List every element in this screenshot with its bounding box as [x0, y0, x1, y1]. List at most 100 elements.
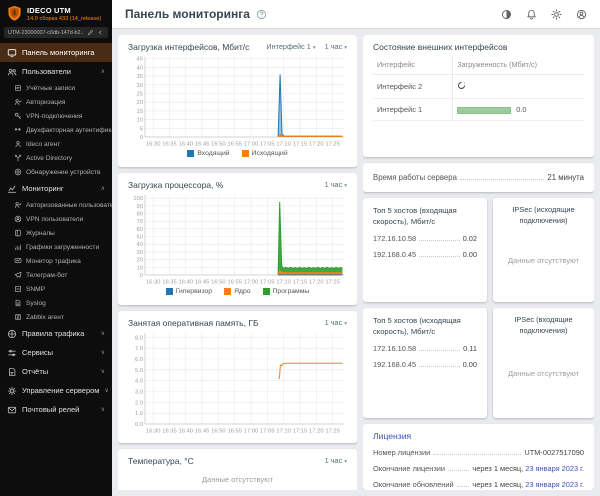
sidebar-subitem-journals[interactable]: Журналы [0, 226, 112, 240]
help-icon[interactable] [256, 9, 267, 20]
legend-item: Ядро [224, 288, 250, 295]
notifications-bell-icon[interactable] [526, 9, 537, 20]
chevron-down-icon: ▾ [344, 459, 347, 465]
brand-shield-icon [7, 5, 22, 22]
sidebar-subitem-authorization[interactable]: Авторизация [0, 95, 112, 109]
sidebar-subitem-telegram-bot[interactable]: Телеграм-бот [0, 268, 112, 282]
brand-title: IDECO UTM [27, 6, 101, 15]
license-card: Лицензия Номер лицензииUTM-0027517090Око… [363, 424, 594, 490]
table-header-row: ИнтерфейсЗагруженность (Мбит/с) [373, 55, 584, 75]
sidebar-subitem-traffic-monitor[interactable]: Монитор трафика [0, 254, 112, 268]
legend-label: Программы [273, 288, 310, 295]
svg-text:5.0: 5.0 [135, 368, 143, 374]
period-select[interactable]: 1 час▾ [325, 318, 347, 327]
svg-text:16:35: 16:35 [162, 280, 177, 286]
services-icon [7, 348, 17, 358]
sidebar-item-label: Управление сервером [22, 386, 99, 395]
svg-text:60: 60 [137, 227, 143, 233]
chart-controls: Интерфейс 1▾ 1 час▾ [266, 42, 347, 51]
collapse-sidebar-icon[interactable] [97, 29, 104, 36]
chart-card-interfaces-load: Загрузка интерфейсов, Мбит/сИнтерфейс 1▾… [118, 35, 357, 167]
sidebar-subitem-syslog[interactable]: Syslog [0, 296, 112, 310]
sidebar-item-label: Мониторинг [22, 184, 64, 193]
sidebar-subitem-ideco-agent[interactable]: Ideco агент [0, 137, 112, 151]
no-data-text: Данные отсутствуют [503, 226, 584, 295]
period-select[interactable]: 1 час▾ [325, 42, 347, 51]
host-ip: 192.168.0.45 [373, 360, 416, 369]
chart-header: Занятая оперативная память, ГБ1 час▾ [128, 318, 347, 328]
sidebar-item-server-management[interactable]: Управление сервером ∨ [0, 381, 112, 400]
dotted-leader [419, 350, 460, 351]
stats-row-1: Топ 5 хостов (входящая скорость), Мбит/с… [363, 198, 594, 302]
host-row: 192.168.0.450.00 [373, 250, 477, 259]
svg-text:16:30: 16:30 [146, 142, 161, 148]
sidebar-item-mail-relay[interactable]: Почтовый релей∨ [0, 400, 112, 419]
sidebar-item-traffic-rules[interactable]: Правила трафика∨ [0, 324, 112, 343]
svg-text:17:15: 17:15 [293, 429, 308, 435]
dotted-leader [433, 454, 521, 455]
sidebar-subitem-zabbix-agent[interactable]: Zabbix агент [0, 310, 112, 324]
legend-label: Ядро [234, 288, 250, 295]
svg-text:10: 10 [137, 118, 143, 124]
brand-text: IDECO UTM 14.0 сборка 433 (14_release) [27, 6, 101, 22]
license-row: Номер лицензииUTM-0027517090 [373, 448, 584, 457]
sidebar-item-dashboard[interactable]: Панель мониторинга [0, 43, 112, 62]
chart-controls: 1 час▾ [325, 180, 347, 189]
sidebar-subitem-vpn-users[interactable]: VPN пользователи [0, 212, 112, 226]
period-select[interactable]: 1 час▾ [325, 180, 347, 189]
sidebar-subitem-snmp[interactable]: SNMP [0, 282, 112, 296]
sidebar-subitem-load-graphs[interactable]: Графики загруженности [0, 240, 112, 254]
sidebar-subitem-authorized-users[interactable]: Авторизованные пользователи [0, 198, 112, 212]
host-speed: 0.00 [463, 360, 477, 369]
svg-text:17:20: 17:20 [309, 429, 324, 435]
load-graphs-icon [14, 243, 22, 251]
monitoring-icon [7, 184, 17, 194]
sidebar-subitem-label: Учётные записи [26, 85, 75, 92]
theme-contrast-icon[interactable] [501, 9, 512, 20]
sidebar-item-services[interactable]: Сервисы∨ [0, 343, 112, 362]
legend-swatch [224, 288, 231, 295]
edit-device-id-icon[interactable] [87, 29, 94, 36]
card-title: Топ 5 хостов (исходящая скорость), Мбит/… [373, 315, 477, 337]
period-select[interactable]: 1 час▾ [325, 456, 347, 465]
svg-text:17:05: 17:05 [260, 429, 275, 435]
svg-text:17:20: 17:20 [309, 280, 324, 286]
chart-header: Загрузка интерфейсов, Мбит/сИнтерфейс 1▾… [128, 42, 347, 52]
brightness-icon[interactable] [551, 9, 562, 20]
interface-load-cell [453, 75, 584, 99]
authorization-icon [14, 98, 22, 106]
svg-text:20: 20 [137, 100, 143, 106]
svg-text:0: 0 [140, 135, 143, 141]
chevron-down-icon: ∨ [104, 387, 108, 394]
chevron-down-icon: ▾ [344, 183, 347, 189]
sidebar-item-users[interactable]: Пользователи∧ [0, 62, 112, 81]
sidebar-item-reports[interactable]: Отчёты∨ [0, 362, 112, 381]
chart-plot-interfaces-load: 16:3016:3516:4016:4516:5016:5517:0017:05… [128, 54, 347, 148]
chart-plot-cpu-load: 16:3016:3516:4016:4516:5016:5517:0017:05… [128, 192, 347, 286]
sidebar-subitem-label: Ideco агент [26, 141, 60, 148]
account-icon[interactable] [576, 9, 587, 20]
main-area: Панель мониторинга Загрузка интерфейсов,… [112, 0, 600, 496]
sidebar-item-monitoring[interactable]: Мониторинг∧ [0, 179, 112, 198]
license-row: Окончание лицензиичерез 1 месяц, 23 янва… [373, 464, 584, 473]
sidebar-subitem-active-directory[interactable]: Active Directory [0, 151, 112, 165]
license-label: Окончание обновлений [373, 480, 454, 489]
sidebar-subitem-vpn-connections[interactable]: VPN-подключения [0, 109, 112, 123]
legend-item: Программы [263, 288, 310, 295]
sidebar-subitem-device-discovery[interactable]: Обнаружение устройств [0, 165, 112, 179]
chart-controls: 1 час▾ [325, 318, 347, 327]
interface-select[interactable]: Интерфейс 1▾ [266, 42, 315, 51]
load-value: 0.0 [516, 105, 526, 114]
license-value: UTM-0027517090 [524, 448, 584, 457]
interface-name-cell: Интерфейс 1 [373, 99, 453, 121]
stats-row-2: Топ 5 хостов (исходящая скорость), Мбит/… [363, 308, 594, 418]
chevron-down-icon: ▾ [344, 45, 347, 51]
legend-label: Гипервизор [176, 288, 212, 295]
sidebar-subitem-accounts[interactable]: Учётные записи [0, 81, 112, 95]
sidebar-subitem-two-factor-auth[interactable]: Двухфакторная аутентификация [0, 123, 112, 137]
top-bar: Панель мониторинга [112, 0, 600, 29]
svg-text:16:45: 16:45 [195, 142, 210, 148]
sidebar-nav: Панель мониторингаПользователи∧ Учётные з… [0, 41, 112, 496]
card-title: IPSec (исходящие подключения) [503, 205, 584, 226]
users-icon [7, 67, 17, 77]
